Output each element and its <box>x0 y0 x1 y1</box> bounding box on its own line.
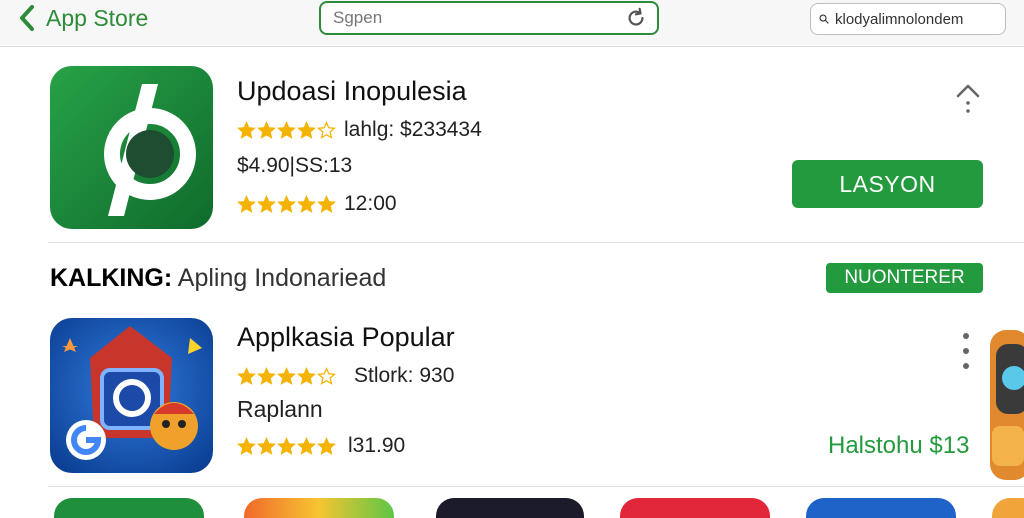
secondary-search-input[interactable] <box>833 9 997 29</box>
featured-reviews-row: 12:00 <box>237 192 397 216</box>
bottom-app-icon[interactable] <box>54 498 204 518</box>
search-input[interactable] <box>331 7 625 29</box>
popular-subtitle-row: Raplann <box>237 396 323 423</box>
star-rating <box>237 436 336 456</box>
star-icon <box>297 194 316 213</box>
refresh-icon[interactable] <box>625 7 647 29</box>
back-label: App Store <box>46 4 149 31</box>
bottom-app-icon[interactable] <box>436 498 584 518</box>
bottom-app-icon[interactable] <box>620 498 770 518</box>
bottom-app-icon[interactable] <box>992 498 1024 518</box>
star-rating <box>237 194 336 214</box>
star-rating <box>237 366 336 386</box>
star-icon <box>277 120 296 139</box>
star-icon <box>237 366 256 385</box>
star-icon <box>257 194 276 213</box>
secondary-search-field[interactable] <box>810 3 1006 35</box>
reviews-text: l31.90 <box>348 434 406 457</box>
popular-reviews-row: l31.90 <box>237 434 405 458</box>
star-icon <box>277 194 296 213</box>
search-icon <box>819 14 829 24</box>
bottom-app-icon[interactable] <box>244 498 394 518</box>
price-text: $4.90|SS:13 <box>237 154 353 177</box>
star-icon <box>317 436 336 455</box>
popular-app-icon[interactable] <box>50 318 213 473</box>
star-icon <box>237 120 256 139</box>
divider <box>48 242 1024 243</box>
star-icon <box>257 120 276 139</box>
popular-app-title[interactable]: Applkasia Popular <box>237 322 455 353</box>
featured-price-row: $4.90|SS:13 <box>237 154 352 178</box>
section-subtitle: Apling Indonariead <box>177 264 387 292</box>
chevron-up-icon[interactable] <box>954 80 982 116</box>
app-logo-icon <box>50 66 213 229</box>
star-icon <box>277 366 296 385</box>
star-icon <box>237 436 256 455</box>
star-icon <box>317 194 336 213</box>
rating-text: lahlg: $233434 <box>344 118 482 141</box>
star-rating <box>237 120 336 140</box>
featured-app-title[interactable]: Updoasi Inopulesia <box>237 76 467 107</box>
section-heading: KALKING: Apling Indonariead <box>50 264 386 293</box>
reviews-text: 12:00 <box>344 192 397 215</box>
star-icon <box>317 366 336 385</box>
more-vertical-icon[interactable] <box>958 330 974 372</box>
section-title: KALKING: <box>50 264 173 292</box>
star-icon <box>277 436 296 455</box>
star-icon <box>317 120 336 139</box>
star-icon <box>297 436 316 455</box>
popular-rating-row: Stlork: 930 <box>237 364 454 388</box>
subtitle-text: Raplann <box>237 396 323 422</box>
featured-rating-row: lahlg: $233434 <box>237 118 482 142</box>
game-app-icon <box>50 318 213 473</box>
star-icon <box>257 436 276 455</box>
back-button[interactable]: App Store <box>16 3 148 33</box>
back-chevron-icon <box>20 5 34 31</box>
peek-app-icon[interactable] <box>988 330 1024 480</box>
search-field[interactable] <box>319 1 659 35</box>
star-icon <box>257 366 276 385</box>
star-icon <box>297 366 316 385</box>
get-app-button[interactable]: LASYON <box>792 160 983 208</box>
star-icon <box>237 194 256 213</box>
star-icon <box>297 120 316 139</box>
rating-text: Stlork: 930 <box>354 364 455 387</box>
popular-price[interactable]: Halstohu $13 <box>828 432 969 460</box>
divider <box>48 486 1024 487</box>
bottom-app-icon[interactable] <box>806 498 956 518</box>
featured-app-icon[interactable] <box>50 66 213 229</box>
section-action-button[interactable]: NUONTERER <box>826 263 983 293</box>
top-bar: App Store <box>0 0 1024 47</box>
